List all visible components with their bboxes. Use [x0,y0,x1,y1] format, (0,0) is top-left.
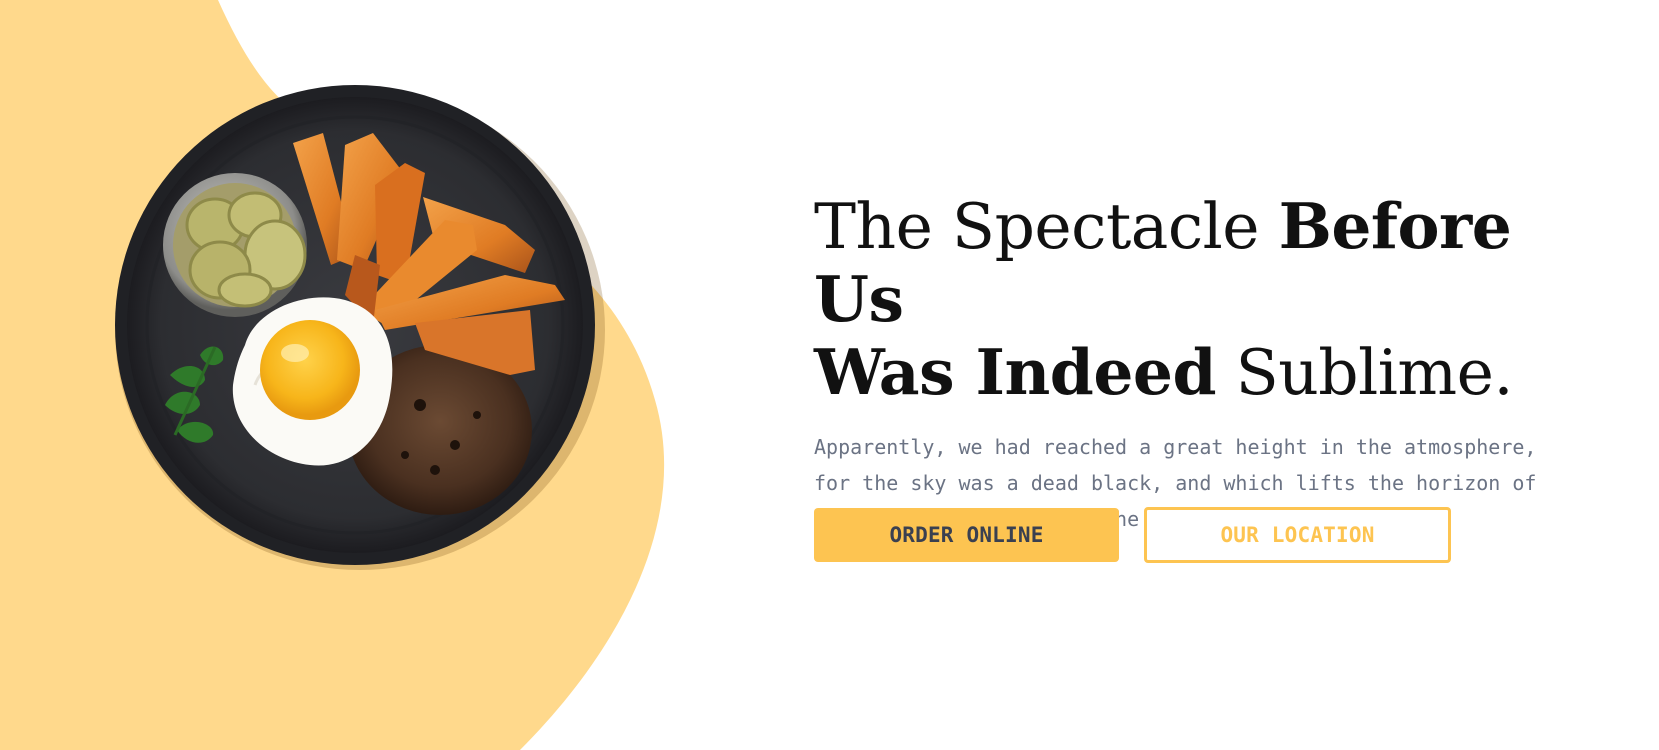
our-location-button[interactable]: OUR LOCATION [1144,507,1451,563]
headline-part-3: Was Indeed [814,335,1217,409]
hero-buttons: ORDER ONLINE OUR LOCATION [814,507,1451,563]
hero-section: The Spectacle Before Us Was Indeed Subli… [0,0,1659,750]
headline-part-4: Sublime. [1216,336,1514,409]
hero-headline: The Spectacle Before Us Was Indeed Subli… [814,190,1574,409]
food-plate-image [105,85,625,585]
order-online-button[interactable]: ORDER ONLINE [814,508,1119,562]
headline-part-1: The Spectacle [814,190,1279,263]
hero-content: The Spectacle Before Us Was Indeed Subli… [814,190,1574,537]
